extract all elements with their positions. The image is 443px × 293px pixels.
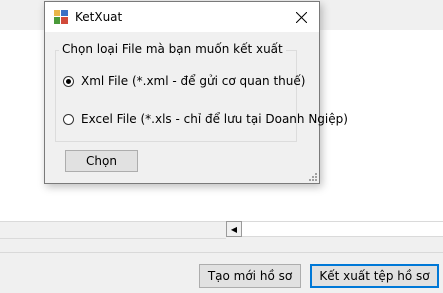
radio-option-xml[interactable]: Xml File (*.xml - để gửi cơ quan thuế) <box>63 74 305 88</box>
choose-button[interactable]: Chọn <box>65 150 138 172</box>
scrollbar-track-right[interactable] <box>242 221 443 237</box>
new-record-button[interactable]: Tạo mới hồ sơ <box>199 264 301 288</box>
radio-selected-dot <box>66 78 71 84</box>
file-type-groupbox <box>55 50 297 142</box>
app-icon <box>54 10 68 24</box>
close-button[interactable] <box>289 6 313 28</box>
export-dialog: KetXuat Chọn loại File mà bạn muốn kết x… <box>44 1 348 184</box>
radio-label-excel: Excel File (*.xls - chỉ để lưu tại Doanh… <box>81 112 348 126</box>
new-record-button-label: Tạo mới hồ sơ <box>207 269 293 283</box>
export-file-button[interactable]: Kết xuất tệp hồ sơ <box>310 264 439 288</box>
radio-label-xml: Xml File (*.xml - để gửi cơ quan thuế) <box>81 74 306 88</box>
choose-button-label: Chọn <box>86 154 117 168</box>
close-icon <box>295 11 307 23</box>
scroll-left-button[interactable]: ◀ <box>226 221 242 237</box>
separator-line <box>0 252 443 253</box>
radio-button-excel[interactable] <box>63 113 74 125</box>
radio-button-xml[interactable] <box>63 75 74 87</box>
resize-grip-icon[interactable] <box>309 173 317 181</box>
dialog-titlebar[interactable]: KetXuat <box>45 2 319 32</box>
export-file-button-label: Kết xuất tệp hồ sơ <box>319 269 430 283</box>
dialog-title: KetXuat <box>75 10 123 24</box>
file-type-group-label: Chọn loại File mà bạn muốn kết xuất <box>59 42 286 56</box>
arrow-left-icon: ◀ <box>230 224 238 234</box>
scrollbar-track-left[interactable] <box>0 221 226 239</box>
radio-option-excel[interactable]: Excel File (*.xls - chỉ để lưu tại Doanh… <box>63 112 348 126</box>
